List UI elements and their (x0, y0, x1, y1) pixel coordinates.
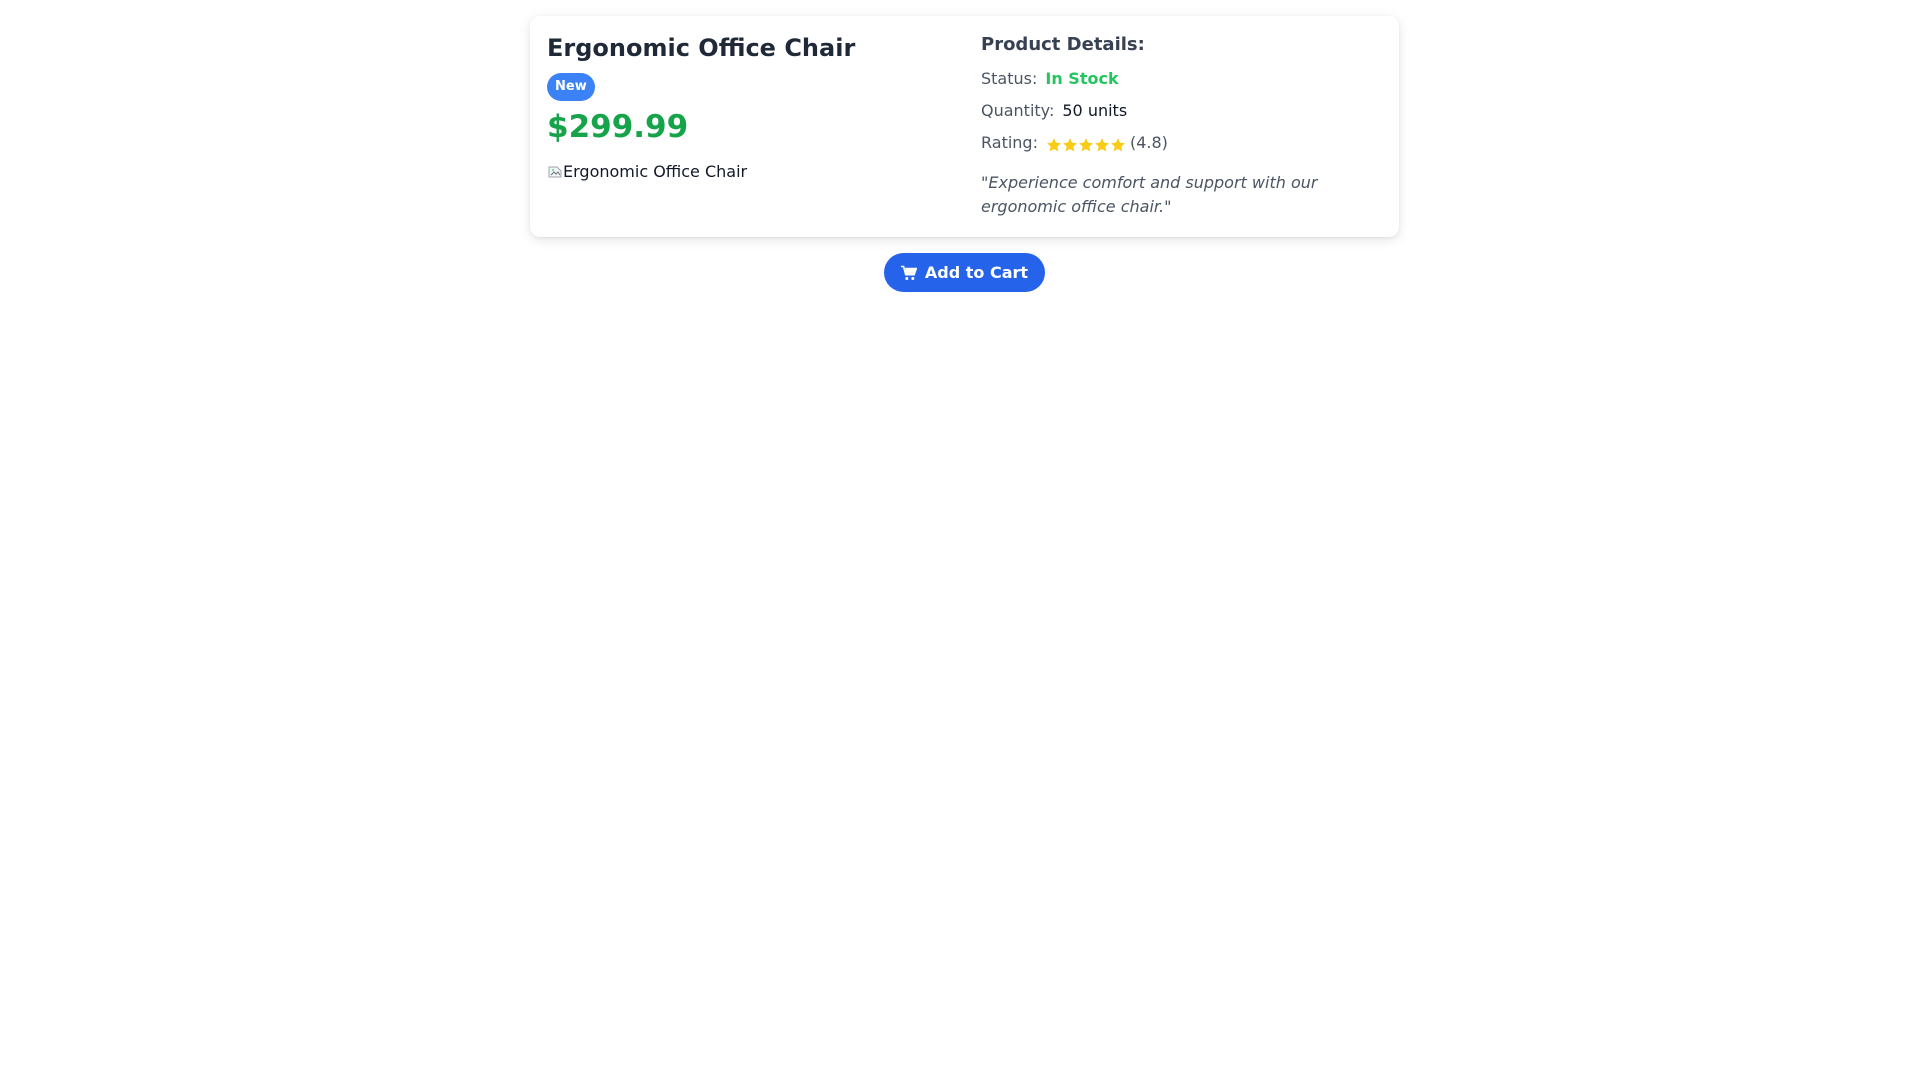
rating-label: Rating: (981, 133, 1038, 152)
broken-image-icon (547, 164, 563, 180)
product-summary: Ergonomic Office Chair New $299.99 Ergon… (547, 33, 981, 221)
status-label: Status: (981, 69, 1038, 88)
product-container: Ergonomic Office Chair New $299.99 Ergon… (530, 16, 1399, 292)
star-icon (1079, 137, 1093, 151)
shopping-cart-icon (900, 265, 917, 280)
quantity-label: Quantity: (981, 101, 1055, 120)
star-icon (1111, 137, 1125, 151)
rating-row: Rating: (4.8) (981, 131, 1381, 155)
rating-stars (1046, 137, 1126, 153)
status-value: In Stock (1045, 69, 1119, 88)
add-to-cart-button[interactable]: Add to Cart (883, 253, 1046, 292)
quantity-value: 50 units (1062, 101, 1128, 120)
quantity-row: Quantity: 50 units (981, 99, 1381, 123)
new-badge: New (547, 73, 595, 101)
add-to-cart-label: Add to Cart (924, 263, 1029, 282)
star-icon (1047, 137, 1061, 151)
rating-value: (4.8) (1129, 133, 1168, 152)
product-image: Ergonomic Office Chair (547, 162, 981, 182)
product-details: Product Details: Status: In Stock Quanti… (981, 33, 1381, 221)
details-heading: Product Details: (981, 34, 1145, 55)
product-description: "Experience comfort and support with our… (981, 173, 1318, 216)
product-card: Ergonomic Office Chair New $299.99 Ergon… (530, 16, 1399, 237)
product-title: Ergonomic Office Chair (547, 34, 856, 62)
status-row: Status: In Stock (981, 67, 1381, 91)
product-image-alt-text: Ergonomic Office Chair (563, 162, 748, 181)
cart-button-container: Add to Cart (530, 253, 1399, 292)
product-price: $299.99 (547, 109, 689, 145)
star-icon (1095, 137, 1109, 151)
star-icon (1063, 137, 1077, 151)
